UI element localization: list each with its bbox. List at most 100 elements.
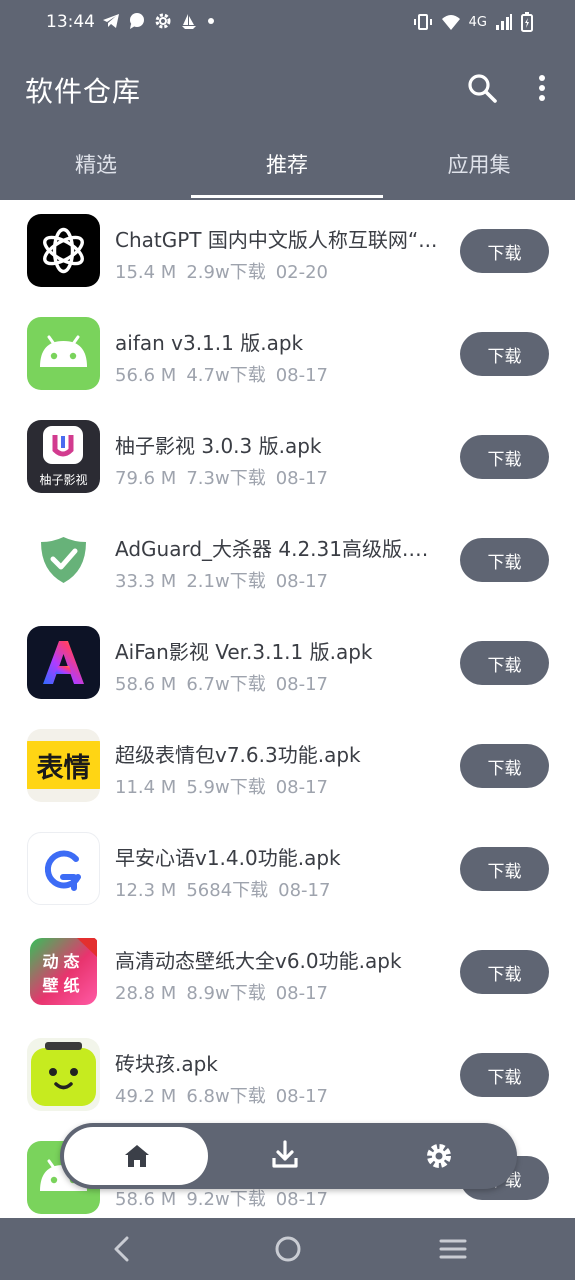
list-item[interactable]: aifan v3.1.1 版.apk 56.6 M 4.7w下载 08-17 下载 <box>0 303 575 406</box>
download-icon[interactable] <box>271 1140 299 1170</box>
top-header: 13:44 4G 软件仓库 精选 推荐 应用集 <box>0 0 575 200</box>
app-meta: 49.2 M 6.8w下载 08-17 <box>115 1082 338 1108</box>
tab-indicator <box>191 195 383 198</box>
tab-featured[interactable]: 精选 <box>0 140 192 200</box>
download-button[interactable]: 下载 <box>460 641 549 685</box>
wallpaper-icon-text: 壁纸 <box>42 976 84 995</box>
app-size: 49.2 M <box>115 1086 177 1107</box>
page-title: 软件仓库 <box>25 75 142 108</box>
app-downloads: 4.7w下载 <box>186 365 266 386</box>
nav-home[interactable] <box>64 1127 208 1185</box>
telegram-icon <box>103 14 119 28</box>
app-list[interactable]: ChatGPT 国内中文版人称互联网“... 15.4 M 2.9w下载 02-20… <box>0 200 575 1218</box>
download-button[interactable]: 下载 <box>460 229 549 273</box>
chat-bubble-icon <box>130 13 144 29</box>
recents-icon[interactable] <box>439 1237 467 1261</box>
download-button[interactable]: 下载 <box>460 847 549 891</box>
app-size: 33.3 M <box>115 571 177 592</box>
more-options-icon[interactable] <box>532 72 552 104</box>
signal-icon <box>496 14 512 30</box>
app-downloads: 9.2w下载 <box>186 1189 266 1210</box>
app-name: 早安心语v1.4.0功能.apk <box>115 846 341 870</box>
back-icon[interactable] <box>112 1236 130 1262</box>
battery-icon <box>521 12 533 32</box>
app-downloads: 6.8w下载 <box>186 1086 266 1107</box>
boat-icon <box>182 14 196 29</box>
screen: 13:44 4G 软件仓库 精选 推荐 应用集 ChatGPT 国内中文版人称互… <box>0 0 575 1280</box>
emoji-pack-icon-text: 表情 <box>37 753 91 784</box>
vibrate-icon <box>413 14 432 30</box>
download-button[interactable]: 下载 <box>460 744 549 788</box>
download-button[interactable]: 下载 <box>460 332 549 376</box>
app-date: 08-17 <box>275 983 329 1004</box>
list-item[interactable]: 动态 壁纸 高清动态壁纸大全v6.0功能.apk 28.8 M 8.9w下载 08-… <box>0 921 575 1024</box>
app-date: 08-17 <box>275 468 329 489</box>
app-name: AiFan影视 Ver.3.1.1 版.apk <box>115 640 373 664</box>
app-date: 08-17 <box>275 571 329 592</box>
app-meta: 12.3 M 5684下载 08-17 <box>115 876 340 902</box>
app-date: 08-17 <box>275 674 329 695</box>
tab-label: 应用集 <box>447 153 511 177</box>
download-button[interactable]: 下载 <box>460 1053 549 1097</box>
app-name: 柚子影视 3.0.3 版.apk <box>115 434 322 458</box>
app-downloads: 7.3w下载 <box>186 468 266 489</box>
app-downloads: 6.7w下载 <box>186 674 266 695</box>
list-item[interactable]: 砖块孩.apk 49.2 M 6.8w下载 08-17 下载 <box>0 1024 575 1127</box>
aifan-a-icon <box>27 626 100 699</box>
app-size: 58.6 M <box>115 1189 177 1210</box>
dot-icon <box>208 18 214 24</box>
app-meta: 58.6 M 6.7w下载 08-17 <box>115 670 338 696</box>
app-meta: 79.6 M 7.3w下载 08-17 <box>115 464 338 490</box>
wallpaper-icon: 动态 壁纸 <box>27 935 100 1008</box>
app-meta: 11.4 M 5.9w下载 08-17 <box>115 773 338 799</box>
app-size: 79.6 M <box>115 468 177 489</box>
download-button[interactable]: 下载 <box>460 435 549 479</box>
list-item[interactable]: AiFan影视 Ver.3.1.1 版.apk 58.6 M 6.7w下载 08-1… <box>0 612 575 715</box>
tab-label: 推荐 <box>266 153 308 177</box>
download-button[interactable]: 下载 <box>460 538 549 582</box>
app-downloads: 2.9w下载 <box>186 262 266 283</box>
app-size: 28.8 M <box>115 983 177 1004</box>
app-date: 02-20 <box>275 262 329 283</box>
app-meta: 28.8 M 8.9w下载 08-17 <box>115 979 338 1005</box>
refresh-q-icon <box>27 832 100 905</box>
app-name: AdGuard_大杀器 4.2.31高级版.apk <box>115 537 440 561</box>
app-downloads: 5684下载 <box>186 880 269 901</box>
app-size: 12.3 M <box>115 880 177 901</box>
download-button[interactable]: 下载 <box>460 950 549 994</box>
app-downloads: 8.9w下载 <box>186 983 266 1004</box>
settings-icon[interactable] <box>425 1142 453 1170</box>
app-name: 超级表情包v7.6.3功能.apk <box>115 743 361 767</box>
app-size: 11.4 M <box>115 777 177 798</box>
wallpaper-icon-text: 动态 <box>42 952 84 971</box>
app-meta: 15.4 M 2.9w下载 02-20 <box>115 258 338 284</box>
list-item[interactable]: 早安心语v1.4.0功能.apk 12.3 M 5684下载 08-17 下载 <box>0 818 575 921</box>
app-date: 08-17 <box>275 777 329 798</box>
list-item[interactable]: ChatGPT 国内中文版人称互联网“... 15.4 M 2.9w下载 02-20… <box>0 200 575 303</box>
status-time: 13:44 <box>46 12 95 32</box>
app-downloads: 5.9w下载 <box>186 777 266 798</box>
app-downloads: 2.1w下载 <box>186 571 266 592</box>
system-nav-bar <box>0 1218 575 1280</box>
home-icon <box>125 1145 149 1167</box>
android-icon <box>27 317 100 390</box>
tab-bar: 精选 推荐 应用集 <box>0 140 575 200</box>
status-right-icons: 4G <box>413 12 533 32</box>
search-icon[interactable] <box>466 72 498 104</box>
app-name: ChatGPT 国内中文版人称互联网“... <box>115 228 438 252</box>
app-date: 08-17 <box>275 365 329 386</box>
youzi-icon-text: 柚子影视 <box>39 472 87 487</box>
list-item[interactable]: 柚子影视 柚子影视 3.0.3 版.apk 79.6 M 7.3w下载 08-17 … <box>0 406 575 509</box>
status-left-icons <box>102 12 216 30</box>
app-name: aifan v3.1.1 版.apk <box>115 331 304 355</box>
list-item[interactable]: 表情 超级表情包v7.6.3功能.apk 11.4 M 5.9w下载 08-17 下… <box>0 715 575 818</box>
emoji-pack-icon: 表情 <box>27 729 100 802</box>
bottom-nav <box>60 1123 517 1189</box>
app-size: 56.6 M <box>115 365 177 386</box>
home-button-icon[interactable] <box>274 1235 302 1263</box>
list-item[interactable]: AdGuard_大杀器 4.2.31高级版.apk 33.3 M 2.1w下载 08… <box>0 509 575 612</box>
smiley-block-icon <box>27 1038 100 1111</box>
tab-recommended[interactable]: 推荐 <box>191 140 383 200</box>
tab-collections[interactable]: 应用集 <box>383 140 575 200</box>
app-meta: 56.6 M 4.7w下载 08-17 <box>115 361 338 387</box>
